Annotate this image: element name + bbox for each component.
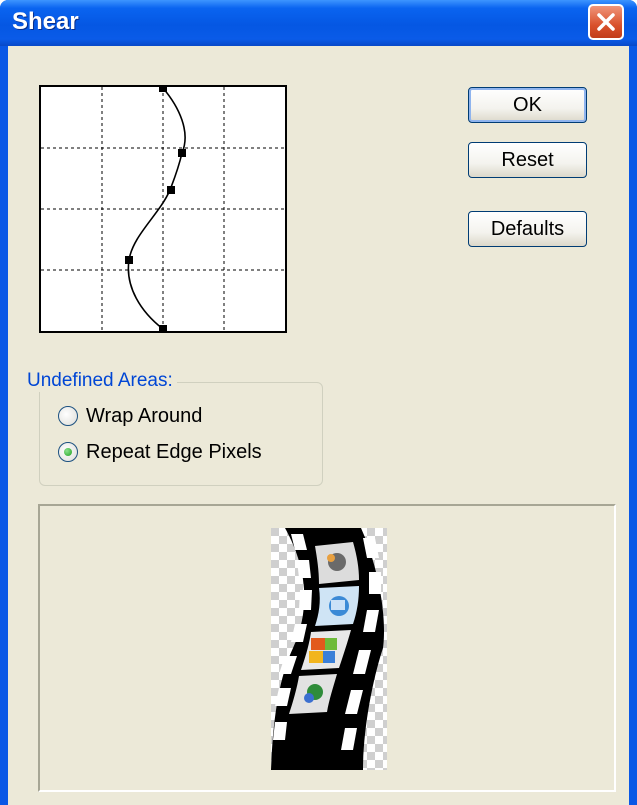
- window-title: Shear: [12, 8, 79, 35]
- shear-curve-editor[interactable]: [39, 84, 287, 333]
- undefined-areas-label: Undefined Areas:: [23, 370, 177, 392]
- radio-selected-dot: [64, 448, 72, 456]
- shear-dialog: Shear OK Reset Defaults Undefined Areas:…: [0, 0, 637, 805]
- curve-control-point[interactable]: [125, 256, 133, 264]
- wrap-around-option[interactable]: Wrap Around: [58, 403, 202, 429]
- title-bar[interactable]: Shear: [0, 0, 637, 46]
- wrap-around-radio[interactable]: [58, 406, 78, 426]
- dialog-body: OK Reset Defaults Undefined Areas: Wrap …: [8, 46, 629, 805]
- wrap-around-label: Wrap Around: [86, 404, 203, 427]
- repeat-edge-pixels-option[interactable]: Repeat Edge Pixels: [58, 439, 262, 465]
- curve-control-point[interactable]: [159, 325, 167, 333]
- sheared-filmstrip-preview: [271, 528, 387, 770]
- curve-control-point[interactable]: [178, 149, 186, 157]
- ok-button[interactable]: OK: [468, 87, 587, 123]
- repeat-edge-pixels-radio[interactable]: [58, 442, 78, 462]
- close-button[interactable]: [588, 4, 624, 40]
- repeat-edge-pixels-label: Repeat Edge Pixels: [86, 440, 262, 463]
- defaults-button[interactable]: Defaults: [468, 211, 587, 247]
- preview-pane: [38, 504, 616, 792]
- reset-button[interactable]: Reset: [468, 142, 587, 178]
- curve-grid: [41, 87, 285, 331]
- curve-control-point[interactable]: [167, 186, 175, 194]
- close-x-icon: [597, 13, 615, 31]
- curve-control-point[interactable]: [159, 84, 167, 92]
- shear-curve-graph[interactable]: [41, 84, 285, 333]
- undefined-areas-group: [39, 382, 323, 486]
